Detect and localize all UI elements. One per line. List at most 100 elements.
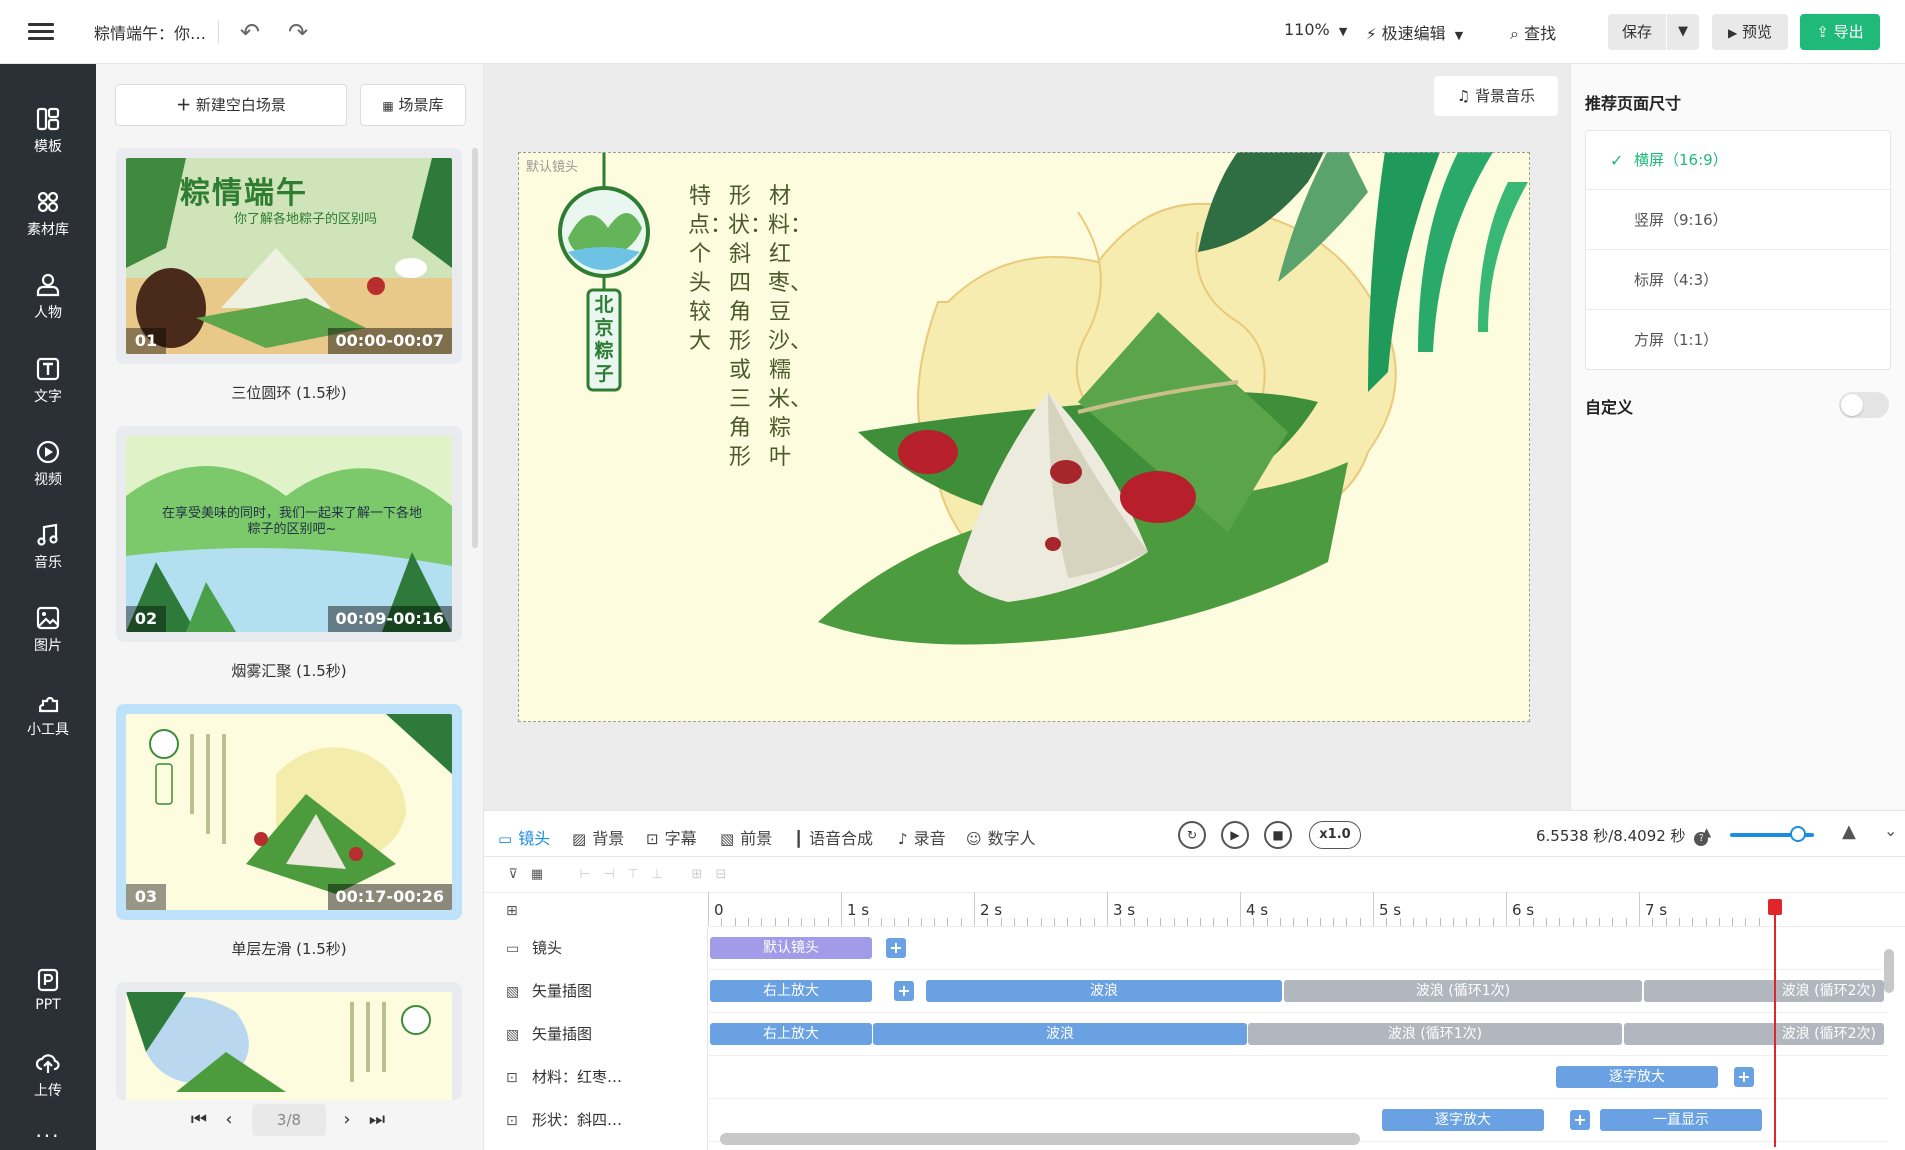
nav-item-ppt[interactable]: PPT <box>0 967 96 1037</box>
size-option-landscape[interactable]: ✓ 横屏（16:9） <box>1586 131 1890 190</box>
menu-icon[interactable] <box>28 20 54 44</box>
scene-card[interactable]: 在享受美味的同时，我们一起来了解一下各地粽子的区别吧~ 02 00:09-00:… <box>116 426 462 642</box>
tab-background[interactable]: ▨ 背景 <box>572 825 624 849</box>
size-option-standard[interactable]: 标屏（4:3） <box>1586 251 1890 310</box>
nav-item-tools[interactable]: 小工具 <box>0 689 96 759</box>
page-indicator[interactable]: 3/8 <box>252 1104 326 1136</box>
scene-stage[interactable]: 北京粽子 材料：红枣、豆沙、糯米、粽叶 形状：斜四角形或三角形 特点：个头较大 <box>518 152 1530 722</box>
playback-speed-button[interactable]: x1.0 <box>1309 821 1361 849</box>
clip[interactable]: 波浪 (循环1次) <box>1284 980 1642 1002</box>
tab-label: 前景 <box>740 829 773 848</box>
nav-item-label: 图片 <box>34 638 62 654</box>
redo-icon[interactable]: ↷ <box>282 16 314 48</box>
find-button[interactable]: ⌕ 查找 <box>1510 20 1556 44</box>
new-blank-scene-button[interactable]: ＋ 新建空白场景 <box>115 84 347 126</box>
export-label: 导出 <box>1833 23 1864 41</box>
more-icon[interactable]: ··· <box>0 1124 96 1148</box>
badge-title[interactable]: 北京粽子 <box>594 294 614 386</box>
clip[interactable]: 波浪 (循环2次) <box>1644 980 1884 1002</box>
clip[interactable]: 波浪 (循环1次) <box>1248 1023 1622 1045</box>
playhead[interactable] <box>1774 901 1776 1147</box>
track-vector[interactable]: ▧ 矢量插图 <box>506 970 592 1013</box>
track-text[interactable]: ⊡ 材料：红枣… <box>506 1056 622 1099</box>
group-icon[interactable]: ▦ <box>528 867 546 883</box>
background-music-button[interactable]: ♫ 背景音乐 <box>1434 76 1558 116</box>
size-option-square[interactable]: 方屏（1:1） <box>1586 311 1890 370</box>
stop-icon[interactable]: ■ <box>1264 821 1292 849</box>
align-right-icon: ⊤ <box>627 867 639 882</box>
tab-digital-human[interactable]: ☺ 数字人 <box>966 825 1036 849</box>
first-page-icon[interactable]: ⏮ <box>188 1108 210 1132</box>
clip[interactable]: 默认镜头 <box>710 937 872 959</box>
collapse-icon[interactable]: ⌄ <box>1884 821 1897 840</box>
tab-foreground[interactable]: ▧ 前景 <box>720 825 772 849</box>
replay-icon[interactable]: ↻ <box>1178 821 1206 849</box>
clip[interactable]: 逐字放大 <box>1382 1109 1544 1131</box>
export-button[interactable]: ⇪ 导出 <box>1800 14 1880 50</box>
scene-library-button[interactable]: ▦ 场景库 <box>360 84 466 126</box>
horizontal-scrollbar[interactable] <box>720 1133 1360 1145</box>
nav-item-upload[interactable]: 上传 <box>0 1050 96 1120</box>
zoom-out-icon[interactable]: ▲ <box>1702 825 1711 839</box>
scene-transition-label[interactable]: 单层左滑 (1.5秒) <box>116 938 462 959</box>
zoom-in-icon[interactable]: ▲ <box>1842 821 1856 842</box>
clip[interactable]: 右上放大 <box>710 1023 872 1045</box>
scene-thumb-title: 粽情端午 <box>180 176 308 211</box>
add-clip-button[interactable]: + <box>1734 1067 1754 1087</box>
track-vector[interactable]: ▧ 矢量插图 <box>506 1013 592 1056</box>
track-text[interactable]: ⊡ 形状：斜四… <box>506 1099 622 1142</box>
preview-button[interactable]: ▶ 预览 <box>1712 14 1788 50</box>
save-dropdown-button[interactable]: ▼ <box>1667 14 1699 50</box>
nav-item-text[interactable]: 文字 <box>0 356 96 426</box>
tab-tts[interactable]: ┃ 语音合成 <box>794 825 873 849</box>
clip[interactable]: 一直显示 <box>1600 1109 1762 1131</box>
track-camera[interactable]: ▭ 镜头 <box>506 927 562 970</box>
scene-transition-label[interactable]: 三位圆环 (1.5秒) <box>116 382 462 403</box>
clip[interactable]: 波浪 <box>926 980 1282 1002</box>
music-icon: ♫ <box>1456 87 1471 105</box>
filter-icon[interactable]: ⊽ <box>504 867 522 883</box>
nav-item-person[interactable]: 人物 <box>0 272 96 342</box>
next-page-icon[interactable]: › <box>336 1108 358 1132</box>
tab-subtitle[interactable]: ⊡ 字幕 <box>646 825 697 849</box>
last-page-icon[interactable]: ⏭ <box>366 1108 388 1132</box>
nav-item-music[interactable]: 音乐 <box>0 522 96 592</box>
add-clip-button[interactable]: + <box>1570 1110 1590 1130</box>
prev-page-icon[interactable]: ‹ <box>218 1108 240 1132</box>
edit-mode-dropdown[interactable]: ⚡ 极速编辑 ▼ <box>1366 20 1463 44</box>
size-option-portrait[interactable]: 竖屏（9:16） <box>1586 191 1890 250</box>
zoom-dropdown[interactable]: 110% ▼ <box>1284 20 1347 39</box>
scene-card[interactable]: 粽情端午 你了解各地粽子的区别吗 01 00:00-00:07 <box>116 148 462 364</box>
nav-item-image[interactable]: 图片 <box>0 605 96 675</box>
app-root: 粽情端午：你… ↶ ↷ 110% ▼ ⚡ 极速编辑 ▼ ⌕ 查找 保存 ▼ ▶ … <box>0 0 1905 1150</box>
add-clip-button[interactable]: + <box>894 981 914 1001</box>
track-list-header-icon[interactable]: ⊞ <box>506 903 518 919</box>
chevron-down-icon: ▼ <box>1678 24 1688 39</box>
play-icon[interactable]: ▶ <box>1221 821 1249 849</box>
add-clip-button[interactable]: + <box>886 938 906 958</box>
document-title[interactable]: 粽情端午：你… <box>94 20 206 44</box>
scene-card[interactable] <box>116 982 462 1100</box>
clip[interactable]: 波浪 <box>873 1023 1247 1045</box>
tab-camera[interactable]: ▭ 镜头 <box>498 825 550 849</box>
nav-item-template[interactable]: 模板 <box>0 106 96 176</box>
ruler-minor-tick <box>1492 918 1494 926</box>
clip[interactable]: 右上放大 <box>710 980 872 1002</box>
ruler-minor-tick <box>1479 918 1481 926</box>
clip[interactable]: 逐字放大 <box>1556 1066 1718 1088</box>
custom-size-toggle[interactable] <box>1839 392 1889 418</box>
undo-icon[interactable]: ↶ <box>234 16 266 48</box>
text-feature[interactable]: 特点：个头较大 <box>688 182 732 356</box>
clip[interactable]: 波浪 (循环2次) <box>1624 1023 1884 1045</box>
nav-item-material-library[interactable]: 素材库 <box>0 189 96 259</box>
scene-transition-label[interactable]: 烟雾汇聚 (1.5秒) <box>116 660 462 681</box>
save-button[interactable]: 保存 <box>1608 14 1666 50</box>
timeline-zoom-handle[interactable] <box>1790 826 1806 842</box>
scrollbar[interactable] <box>472 148 478 548</box>
vertical-scrollbar[interactable] <box>1884 949 1894 993</box>
nav-item-video[interactable]: 视频 <box>0 439 96 509</box>
time-ruler[interactable]: 0 1 s 2 s 3 s 4 s 5 s 6 s 7 s <box>708 892 1905 927</box>
scene-card-active[interactable]: 03 00:17-00:26 <box>116 704 462 920</box>
tab-recording[interactable]: ♪ 录音 <box>898 825 946 849</box>
timeline-tabs: ▭ 镜头 ▨ 背景 ⊡ 字幕 ▧ 前景 ┃ 语音合成 ♪ 录音 ☺ 数字人 ↻ ▶ ■ x1.… <box>484 811 1905 857</box>
